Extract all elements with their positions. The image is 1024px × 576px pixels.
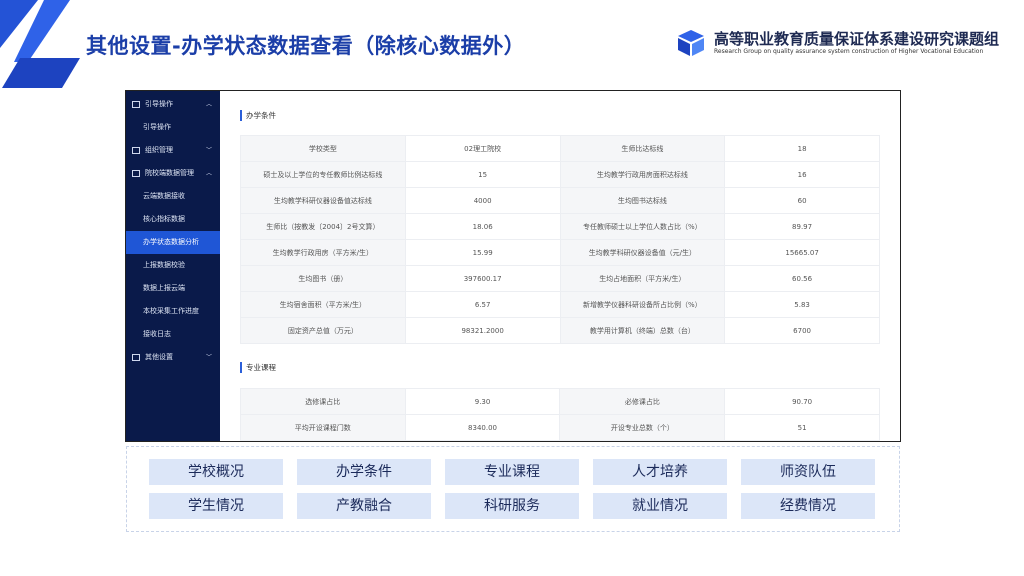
field-label: 新增教学仪器科研设备所占比例（%） <box>559 291 726 318</box>
field-value: 16 <box>724 161 880 188</box>
sidebar-item-report-check[interactable]: 上报数据校验 <box>126 254 220 277</box>
field-label: 必修课占比 <box>559 388 726 415</box>
field-label: 生师比（按教发〔2004〕2号文算） <box>240 213 406 240</box>
sidebar: 引导操作 ︿ 引导操作 组织管理 ﹀ 院校端数据管理 ︿ 云端数据接收 核心指标数据 … <box>126 91 220 441</box>
field-value: 98321.2000 <box>404 317 561 344</box>
table-row: 生均图书（册） 397600.17 生均占地面积（平方米/生） 60.56 <box>240 265 880 292</box>
field-label: 学校类型 <box>240 135 406 162</box>
sidebar-item-receive-log[interactable]: 接收日志 <box>126 323 220 346</box>
sidebar-group-other[interactable]: 其他设置 ﹀ <box>126 346 220 369</box>
chevron-up-icon: ︿ <box>205 170 212 177</box>
field-label: 生均宿舍面积（平方米/生） <box>240 291 406 318</box>
table-row: 固定资产总值（万元） 98321.2000 教学用计算机（终端）总数（台） 6700 <box>240 317 880 344</box>
field-value: 89.97 <box>724 213 880 240</box>
courses-table: 选修课占比 9.30 必修课占比 90.70 平均开设课程门数 8340.00 开设专业总数… <box>240 388 880 441</box>
field-label: 专任教师硕士以上学位人数占比（%） <box>559 213 726 240</box>
field-value: 4000 <box>404 187 561 214</box>
field-label: 生均教学科研仪器设备值达标线 <box>240 187 406 214</box>
field-value: 60.56 <box>724 265 880 292</box>
section-title-courses: 专业课程 <box>240 362 276 373</box>
corner-decoration <box>0 0 80 88</box>
category-tags: 学校概况 办学条件 专业课程 人才培养 师资队伍学生情况 产教融合 科研服务 就业情况 经费情况 <box>126 446 900 532</box>
sidebar-item-cloud-receive[interactable]: 云端数据接收 <box>126 185 220 208</box>
cube-logo-icon <box>678 30 704 56</box>
sidebar-item-core-data[interactable]: 核心指标数据 <box>126 208 220 231</box>
field-label: 生师比达标线 <box>559 135 726 162</box>
menu-icon <box>132 353 140 361</box>
field-label: 硕士及以上学位的专任教师比例达标线 <box>240 161 406 188</box>
chevron-down-icon: ﹀ <box>205 354 212 361</box>
app-screenshot: 引导操作 ︿ 引导操作 组织管理 ﹀ 院校端数据管理 ︿ 云端数据接收 核心指标数据 … <box>125 90 901 442</box>
field-value: 60 <box>724 187 880 214</box>
logo-text-en: Research Group on quality assurance syst… <box>714 48 984 55</box>
category-tag[interactable]: 就业情况 <box>593 493 727 519</box>
field-label: 生均图书（册） <box>240 265 406 292</box>
chevron-up-icon: ︿ <box>205 101 212 108</box>
sidebar-item-progress[interactable]: 本校采集工作进度 <box>126 300 220 323</box>
category-tag[interactable]: 产教融合 <box>297 493 431 519</box>
field-label: 生均教学行政用房（平方米/生） <box>240 239 406 266</box>
field-label: 选修课占比 <box>240 388 406 415</box>
field-value: 15665.07 <box>724 239 880 266</box>
chevron-down-icon: ﹀ <box>205 147 212 154</box>
table-row: 生师比（按教发〔2004〕2号文算） 18.06 专任教师硕士以上学位人数占比（%）… <box>240 213 880 240</box>
field-value: 18.06 <box>404 213 561 240</box>
field-value: 9.30 <box>404 388 561 415</box>
main-content: 办学条件 学校类型 02理工院校 生师比达标线 18 硕士及以上学位的专任教师比例达标线… <box>220 91 900 441</box>
sidebar-item-guide[interactable]: 引导操作 <box>126 116 220 139</box>
category-tag[interactable]: 经费情况 <box>741 493 875 519</box>
field-value: 90.70 <box>724 388 880 415</box>
table-row: 学校类型 02理工院校 生师比达标线 18 <box>240 135 880 162</box>
menu-icon <box>132 100 140 108</box>
menu-icon <box>132 169 140 177</box>
field-label: 生均教学科研仪器设备值（元/生） <box>559 239 726 266</box>
field-label: 教学用计算机（终端）总数（台） <box>559 317 726 344</box>
conditions-table: 学校类型 02理工院校 生师比达标线 18 硕士及以上学位的专任教师比例达标线 15 生均教… <box>240 135 880 344</box>
field-label: 平均开设课程门数 <box>240 414 406 441</box>
sidebar-group-school-data[interactable]: 院校端数据管理 ︿ <box>126 162 220 185</box>
category-tag[interactable]: 学生情况 <box>149 493 283 519</box>
field-value: 15.99 <box>404 239 561 266</box>
category-tag[interactable]: 科研服务 <box>445 493 579 519</box>
page-title: 其他设置-办学状态数据查看（除核心数据外） <box>86 34 526 58</box>
sidebar-group-guide[interactable]: 引导操作 ︿ <box>126 93 220 116</box>
logo-text-cn: 高等职业教育质量保证体系建设研究课题组 <box>714 30 1000 48</box>
sidebar-item-upload-cloud[interactable]: 数据上报云端 <box>126 277 220 300</box>
table-row: 生均教学行政用房（平方米/生） 15.99 生均教学科研仪器设备值（元/生） 1566… <box>240 239 880 266</box>
field-value: 18 <box>724 135 880 162</box>
field-value: 397600.17 <box>404 265 561 292</box>
category-tag[interactable]: 办学条件 <box>297 459 431 485</box>
sidebar-group-org[interactable]: 组织管理 ﹀ <box>126 139 220 162</box>
field-label: 固定资产总值（万元） <box>240 317 406 344</box>
category-tag[interactable]: 师资队伍 <box>741 459 875 485</box>
category-tag[interactable]: 学校概况 <box>149 459 283 485</box>
table-row: 生均教学科研仪器设备值达标线 4000 生均图书达标线 60 <box>240 187 880 214</box>
field-value: 51 <box>724 414 880 441</box>
field-value: 8340.00 <box>404 414 561 441</box>
field-label: 开设专业总数（个） <box>559 414 726 441</box>
field-value: 02理工院校 <box>404 135 561 162</box>
category-tag[interactable]: 人才培养 <box>593 459 727 485</box>
section-title-conditions: 办学条件 <box>240 110 276 121</box>
table-row: 硕士及以上学位的专任教师比例达标线 15 生均教学行政用房面积达标线 16 <box>240 161 880 188</box>
field-value: 6700 <box>724 317 880 344</box>
table-row: 生均宿舍面积（平方米/生） 6.57 新增教学仪器科研设备所占比例（%） 5.83 <box>240 291 880 318</box>
category-tag[interactable]: 专业课程 <box>445 459 579 485</box>
org-logo: 高等职业教育质量保证体系建设研究课题组 Research Group on qu… <box>676 24 1016 64</box>
sidebar-item-status-analysis[interactable]: 办学状态数据分析 <box>126 231 220 254</box>
field-label: 生均教学行政用房面积达标线 <box>559 161 726 188</box>
table-row: 平均开设课程门数 8340.00 开设专业总数（个） 51 <box>240 414 880 441</box>
field-value: 5.83 <box>724 291 880 318</box>
field-label: 生均图书达标线 <box>559 187 726 214</box>
menu-icon <box>132 146 140 154</box>
field-value: 6.57 <box>404 291 561 318</box>
table-row: 选修课占比 9.30 必修课占比 90.70 <box>240 388 880 415</box>
field-value: 15 <box>404 161 561 188</box>
field-label: 生均占地面积（平方米/生） <box>559 265 726 292</box>
